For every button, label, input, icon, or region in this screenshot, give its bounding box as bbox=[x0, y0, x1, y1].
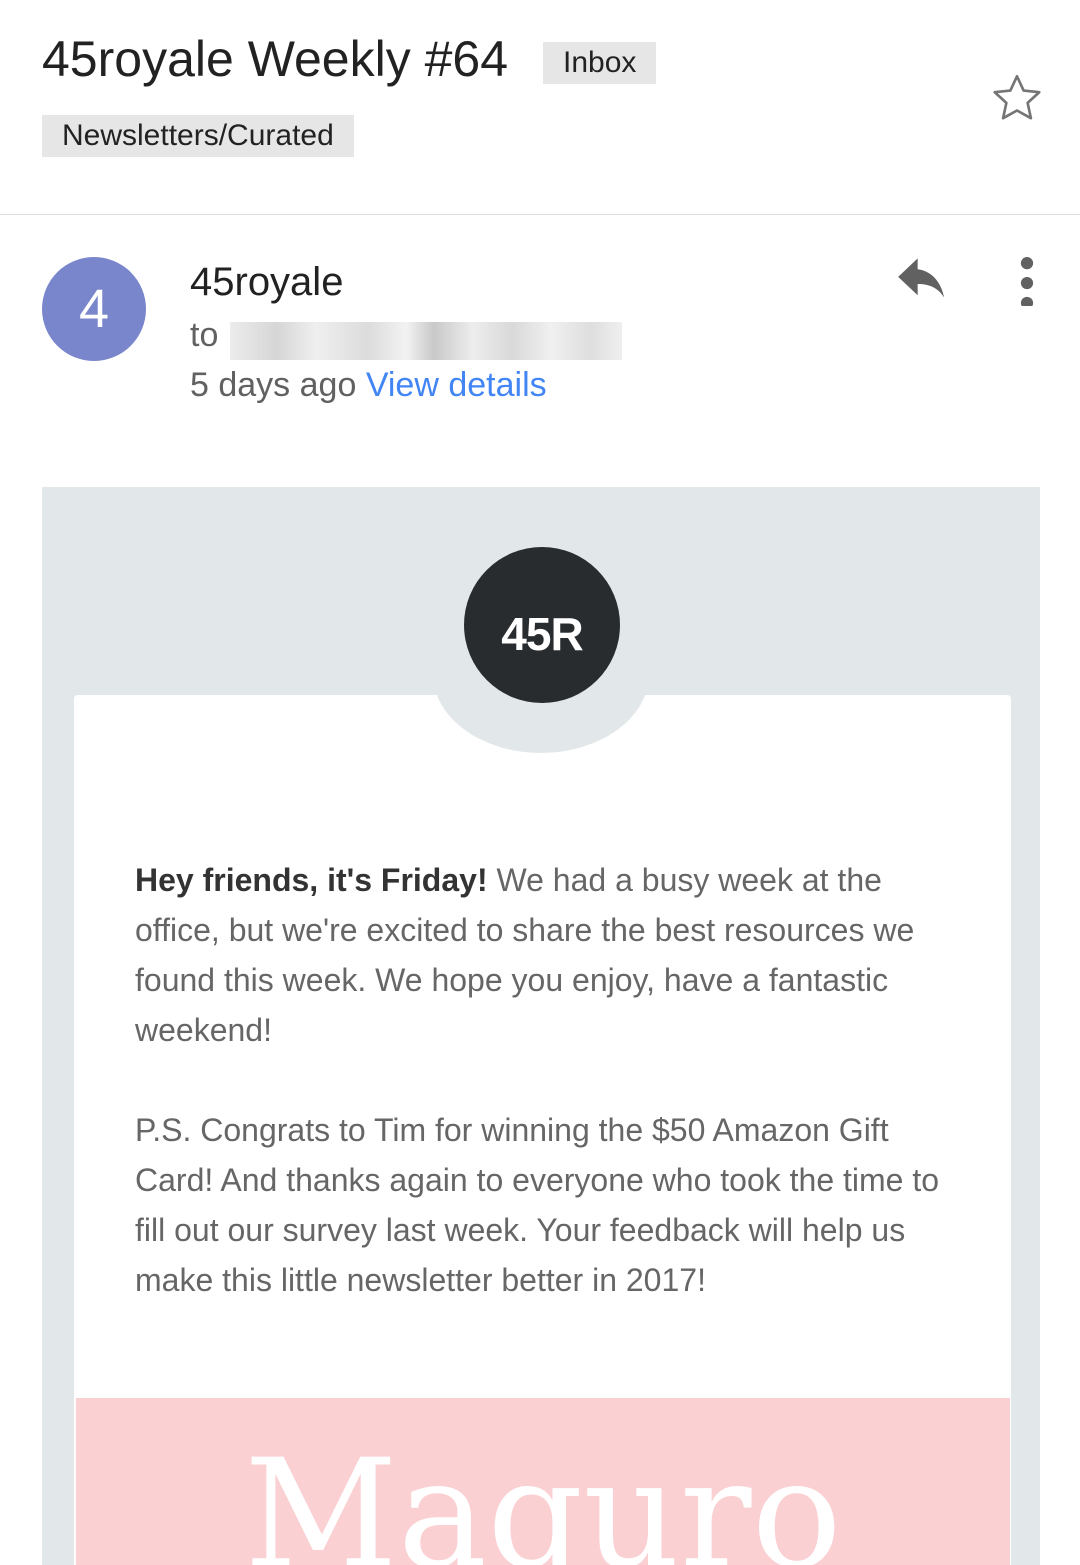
newsletter-body: 45R Hey friends, it's Friday! We had a b… bbox=[42, 487, 1040, 1565]
article-banner[interactable]: Maguro bbox=[76, 1398, 1010, 1565]
email-subject: 45royale Weekly #64 bbox=[42, 31, 509, 87]
more-vert-icon[interactable] bbox=[1010, 254, 1044, 306]
label-chip-inbox[interactable]: Inbox bbox=[543, 42, 657, 84]
intro-paragraph: Hey friends, it's Friday! We had a busy … bbox=[135, 855, 965, 1055]
view-details-link[interactable]: View details bbox=[366, 366, 547, 404]
sender-avatar[interactable]: 4 bbox=[42, 257, 146, 361]
recipient-redacted bbox=[230, 322, 622, 360]
banner-title: Maguro bbox=[244, 1428, 842, 1565]
label-chip-newsletters[interactable]: Newsletters/Curated bbox=[42, 115, 354, 157]
star-icon[interactable] bbox=[988, 70, 1046, 128]
reply-icon[interactable] bbox=[896, 256, 948, 302]
intro-greeting: Hey friends, it's Friday! bbox=[135, 862, 488, 898]
sender-name: 45royale bbox=[190, 260, 344, 304]
recipient-prefix: to bbox=[190, 316, 219, 354]
logo-text: 45R bbox=[501, 608, 583, 660]
message-date: 5 days ago bbox=[190, 366, 357, 404]
ps-paragraph: P.S. Congrats to Tim for winning the $50… bbox=[135, 1112, 940, 1298]
message-meta: 5 days ago View details bbox=[190, 366, 547, 405]
brand-logo[interactable]: 45R bbox=[464, 547, 620, 703]
email-header: 45royale Weekly #64 Inbox Newsletters/Cu… bbox=[0, 0, 1080, 215]
